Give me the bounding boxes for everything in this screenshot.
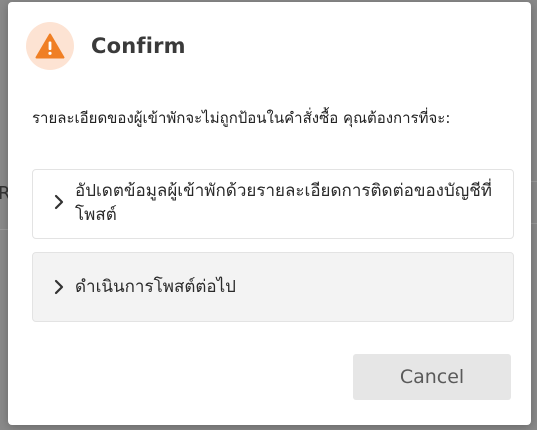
dialog-title: Confirm (91, 34, 186, 58)
option-label: อัปเดตข้อมูลผู้เข้าพักด้วยรายละเอียดการต… (75, 181, 492, 225)
background-divider (531, 181, 537, 182)
option-label: ดำเนินการโพสต์ต่อไป (75, 277, 236, 297)
dialog-header: Confirm (26, 22, 186, 70)
chevron-right-icon (51, 279, 67, 295)
option-continue-posting[interactable]: ดำเนินการโพสต์ต่อไป (32, 252, 514, 322)
option-update-guest-info[interactable]: อัปเดตข้อมูลผู้เข้าพักด้วยรายละเอียดการต… (32, 169, 514, 239)
background-divider (531, 223, 537, 224)
warning-icon (26, 22, 74, 70)
background-divider (0, 229, 8, 230)
dialog-message: รายละเอียดของผู้เข้าพักจะไม่ถูกป้อนในคำส… (32, 109, 451, 127)
chevron-right-icon (51, 194, 67, 210)
cancel-button[interactable]: Cancel (353, 354, 511, 400)
confirm-dialog: Confirm รายละเอียดของผู้เข้าพักจะไม่ถูกป… (8, 2, 531, 425)
